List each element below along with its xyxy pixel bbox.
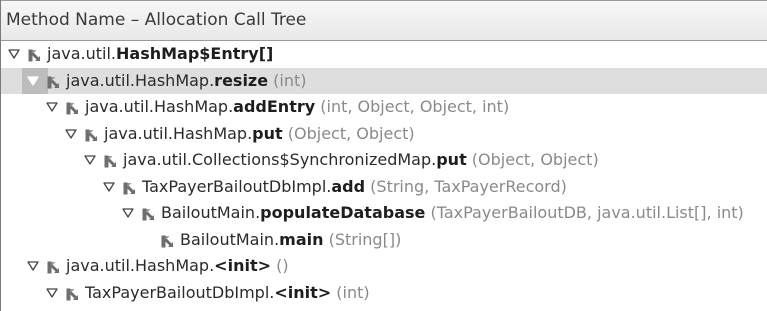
tree-row-label: java.util.HashMap.<init> () (66, 253, 289, 279)
method-arguments: (int, Object, Object, int) (315, 97, 510, 116)
expand-toggle-icon[interactable] (45, 280, 59, 306)
tree-row[interactable]: java.util.HashMap.resize (int) (1, 67, 767, 94)
tree-row[interactable]: java.util.Collections$SynchronizedMap.pu… (1, 147, 767, 173)
allocation-node-icon (65, 99, 81, 115)
column-header-title: Method Name – Allocation Call Tree (6, 10, 307, 30)
method-name: addEntry (233, 97, 316, 116)
class-prefix: java.util.HashMap. (66, 256, 215, 275)
tree-row[interactable]: TaxPayerBailoutDbImpl.<init> (int) (1, 280, 767, 306)
method-name: add (331, 176, 366, 196)
expand-toggle-icon[interactable] (83, 147, 97, 173)
expand-toggle-icon[interactable] (26, 68, 40, 94)
method-arguments: (Object, Object) (466, 150, 599, 169)
allocation-node-icon (160, 232, 176, 248)
class-prefix: java.util. (47, 44, 116, 63)
method-arguments: (String[]) (323, 229, 402, 249)
class-prefix: java.util.Collections$SynchronizedMap. (123, 150, 437, 169)
method-arguments: () (271, 256, 289, 275)
tree-row-label: TaxPayerBailoutDbImpl.<init> (int) (85, 280, 370, 306)
allocation-node-icon (27, 46, 43, 62)
class-prefix: java.util.HashMap. (66, 70, 215, 90)
tree-row[interactable]: java.util.HashMap.<init> () (1, 253, 767, 279)
tree-row[interactable]: TaxPayerBailoutDbImpl.add (String, TaxPa… (1, 174, 767, 200)
tree-row[interactable]: BailoutMain.main (String[]) (1, 227, 767, 253)
tree-row-label: java.util.HashMap.resize (int) (66, 68, 307, 94)
tree-row-label: java.util.HashMap$Entry[] (47, 41, 273, 67)
class-prefix: TaxPayerBailoutDbImpl. (85, 282, 275, 302)
method-name: HashMap$Entry[] (116, 44, 274, 63)
expand-toggle-icon[interactable] (45, 94, 59, 120)
allocation-call-tree-panel: Method Name – Allocation Call Tree java.… (0, 0, 767, 311)
method-name: <init> (274, 282, 332, 302)
tree-row-label: TaxPayerBailoutDbImpl.add (String, TaxPa… (142, 174, 567, 200)
method-name: resize (214, 70, 269, 90)
tree-row-label: BailoutMain.main (String[]) (180, 227, 401, 253)
tree-row[interactable]: java.util.HashMap$Entry[] (1, 41, 767, 67)
allocation-node-icon (141, 205, 157, 221)
expand-toggle-icon[interactable] (7, 41, 21, 67)
class-prefix: BailoutMain. (161, 203, 261, 222)
method-name: <init> (214, 256, 271, 275)
tree-row[interactable]: BailoutMain.populateDatabase (TaxPayerBa… (1, 200, 767, 226)
expand-toggle-icon[interactable] (102, 174, 116, 200)
tree-row[interactable]: java.util.HashMap.put (Object, Object) (1, 121, 767, 147)
method-arguments: (int) (268, 70, 307, 90)
method-name: put (252, 123, 283, 143)
class-prefix: java.util.HashMap. (85, 97, 234, 116)
expand-toggle-icon[interactable] (26, 253, 40, 279)
class-prefix: BailoutMain. (180, 229, 280, 249)
class-prefix: java.util.HashMap. (104, 123, 253, 143)
tree-row-label: java.util.Collections$SynchronizedMap.pu… (123, 147, 599, 173)
allocation-node-icon (103, 152, 119, 168)
method-arguments: (int) (331, 282, 370, 302)
method-name: main (279, 229, 324, 249)
method-name: put (436, 150, 467, 169)
method-name: populateDatabase (260, 203, 426, 222)
allocation-node-icon (46, 73, 62, 89)
call-tree: java.util.HashMap$Entry[] java.util.HashM… (1, 41, 767, 311)
allocation-node-icon (46, 258, 62, 274)
tree-row-label: java.util.HashMap.put (Object, Object) (104, 121, 415, 147)
method-arguments: (String, TaxPayerRecord) (365, 176, 567, 196)
column-header[interactable]: Method Name – Allocation Call Tree (1, 0, 767, 41)
allocation-node-icon (65, 285, 81, 301)
class-prefix: TaxPayerBailoutDbImpl. (142, 176, 332, 196)
expand-toggle-icon[interactable] (121, 200, 135, 226)
tree-row[interactable]: java.util.HashMap.addEntry (int, Object,… (1, 94, 767, 120)
method-arguments: (TaxPayerBailoutDB, java.util.List[], in… (425, 203, 744, 222)
allocation-node-icon (84, 126, 100, 142)
tree-row-label: java.util.HashMap.addEntry (int, Object,… (85, 94, 509, 120)
allocation-node-icon (122, 179, 138, 195)
method-arguments: (Object, Object) (282, 123, 415, 143)
tree-row-label: BailoutMain.populateDatabase (TaxPayerBa… (161, 200, 744, 226)
expand-toggle-icon[interactable] (64, 121, 78, 147)
